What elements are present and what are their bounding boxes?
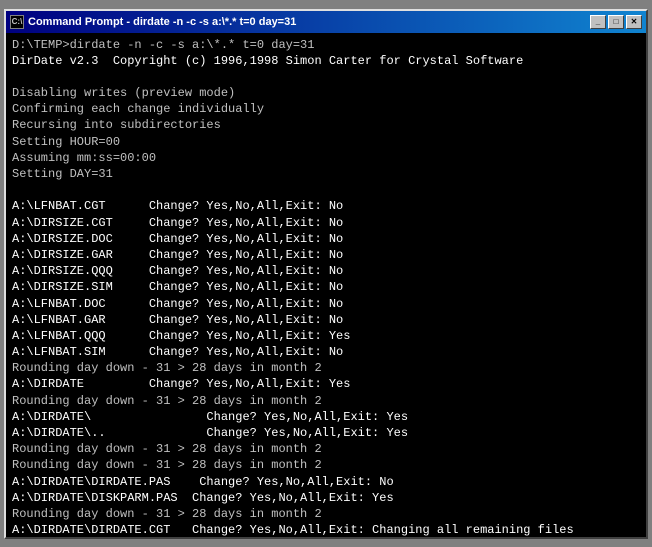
minimize-button[interactable]: _ (590, 15, 606, 29)
title-bar-left: C:\ Command Prompt - dirdate -n -c -s a:… (10, 15, 296, 29)
title-bar: C:\ Command Prompt - dirdate -n -c -s a:… (6, 11, 646, 33)
window: C:\ Command Prompt - dirdate -n -c -s a:… (4, 9, 648, 539)
console-output: D:\TEMP>dirdate -n -c -s a:\*.* t=0 day=… (12, 37, 640, 537)
maximize-button[interactable]: □ (608, 15, 624, 29)
window-icon: C:\ (10, 15, 24, 29)
console-area: D:\TEMP>dirdate -n -c -s a:\*.* t=0 day=… (6, 33, 646, 537)
title-buttons: _ □ ✕ (590, 15, 642, 29)
window-title: Command Prompt - dirdate -n -c -s a:\*.*… (28, 16, 296, 28)
close-button[interactable]: ✕ (626, 15, 642, 29)
